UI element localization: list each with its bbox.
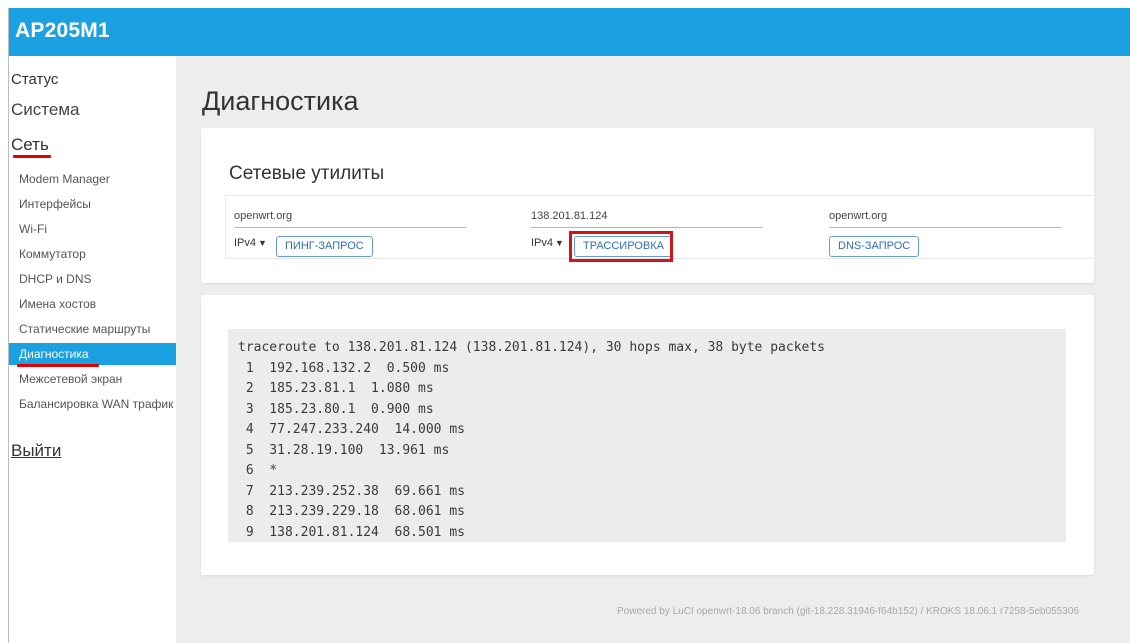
sidebar-item-diagnostics[interactable]: Диагностика xyxy=(9,343,176,365)
output-line: 1 192.168.132.2 0.500 ms xyxy=(238,360,450,376)
output-card: traceroute to 138.201.81.124 (138.201.81… xyxy=(201,295,1094,575)
output-line: 6 * xyxy=(238,463,278,478)
dns-host-input[interactable]: openwrt.org xyxy=(829,210,1061,228)
sidebar-item-switch[interactable]: Коммутатор xyxy=(9,243,176,265)
chevron-down-icon: ▼ xyxy=(555,238,564,248)
sidebar-item-interfaces[interactable]: Интерфейсы xyxy=(9,193,176,215)
ping-tool: openwrt.org IPv4 ▼ ПИНГ-ЗАПРОС xyxy=(226,196,466,260)
sidebar-item-dhcp-dns[interactable]: DHCP и DNS xyxy=(9,268,176,290)
chevron-down-icon: ▼ xyxy=(258,238,267,248)
output-line: traceroute to 138.201.81.124 (138.201.81… xyxy=(238,340,825,355)
network-underline-mark xyxy=(13,155,51,158)
dns-tool: openwrt.org DNS-ЗАПРОС xyxy=(821,196,1061,260)
dns-button[interactable]: DNS-ЗАПРОС xyxy=(829,236,920,257)
ping-button[interactable]: ПИНГ-ЗАПРОС xyxy=(276,236,373,257)
sidebar-item-network[interactable]: Сеть xyxy=(11,135,49,155)
traceroute-highlight-box xyxy=(569,231,673,262)
output-line: 2 185.23.81.1 1.080 ms xyxy=(238,381,434,396)
sidebar: Статус Система Сеть Modem Manager Интерф… xyxy=(9,56,176,643)
output-line: 5 31.28.19.100 13.961 ms xyxy=(238,442,450,458)
traceroute-tool: 138.201.81.124 IPv4 ▼ ТРАССИРОВКА xyxy=(523,196,763,262)
sidebar-item-hostnames[interactable]: Имена хостов xyxy=(9,293,176,315)
traceroute-proto-select[interactable]: IPv4 ▼ xyxy=(531,237,564,249)
ping-host-input[interactable]: openwrt.org xyxy=(234,210,466,228)
logout-link[interactable]: Выйти xyxy=(11,441,61,461)
footer-text: Powered by LuCI openwrt-18.06 branch (gi… xyxy=(617,606,1079,617)
output-line: 7 213.239.252.38 69.661 ms xyxy=(238,483,465,499)
sidebar-item-status[interactable]: Статус xyxy=(11,71,58,88)
output-line: 4 77.247.233.240 14.000 ms xyxy=(238,422,465,437)
sidebar-item-static-routes[interactable]: Статические маршруты xyxy=(9,318,176,340)
tools-row: openwrt.org IPv4 ▼ ПИНГ-ЗАПРОС 138.201.81… xyxy=(225,195,1095,262)
ping-proto-select[interactable]: IPv4 ▼ xyxy=(234,237,267,249)
output-line: 8 213.239.229.18 68.061 ms xyxy=(238,504,465,519)
output-line: 9 138.201.81.124 68.501 ms xyxy=(238,524,465,540)
sidebar-item-wan-balancing[interactable]: Балансировка WAN трафик xyxy=(9,393,176,415)
brand-title[interactable]: AP205M1 xyxy=(15,19,110,43)
header-bar: AP205M1 xyxy=(9,8,1130,56)
sidebar-item-modem-manager[interactable]: Modem Manager xyxy=(9,168,176,190)
sidebar-item-system[interactable]: Система xyxy=(11,100,79,120)
traceroute-host-input[interactable]: 138.201.81.124 xyxy=(531,210,763,228)
output-line: 3 185.23.80.1 0.900 ms xyxy=(238,401,434,417)
sidebar-item-wifi[interactable]: Wi-Fi xyxy=(9,218,176,240)
page-title: Диагностика xyxy=(202,86,359,116)
network-utilities-card: Сетевые утилиты openwrt.org IPv4 ▼ ПИНГ-З… xyxy=(201,128,1095,283)
sidebar-item-firewall[interactable]: Межсетевой экран xyxy=(9,368,176,390)
traceroute-output: traceroute to 138.201.81.124 (138.201.81… xyxy=(228,329,1066,542)
app-frame: AP205M1 Статус Система Сеть Modem Manage… xyxy=(8,8,1130,643)
section-title: Сетевые утилиты xyxy=(229,163,385,184)
ping-proto-value: IPv4 xyxy=(234,237,257,249)
traceroute-proto-value: IPv4 xyxy=(531,237,554,249)
diagnostics-underline-mark xyxy=(17,364,99,367)
